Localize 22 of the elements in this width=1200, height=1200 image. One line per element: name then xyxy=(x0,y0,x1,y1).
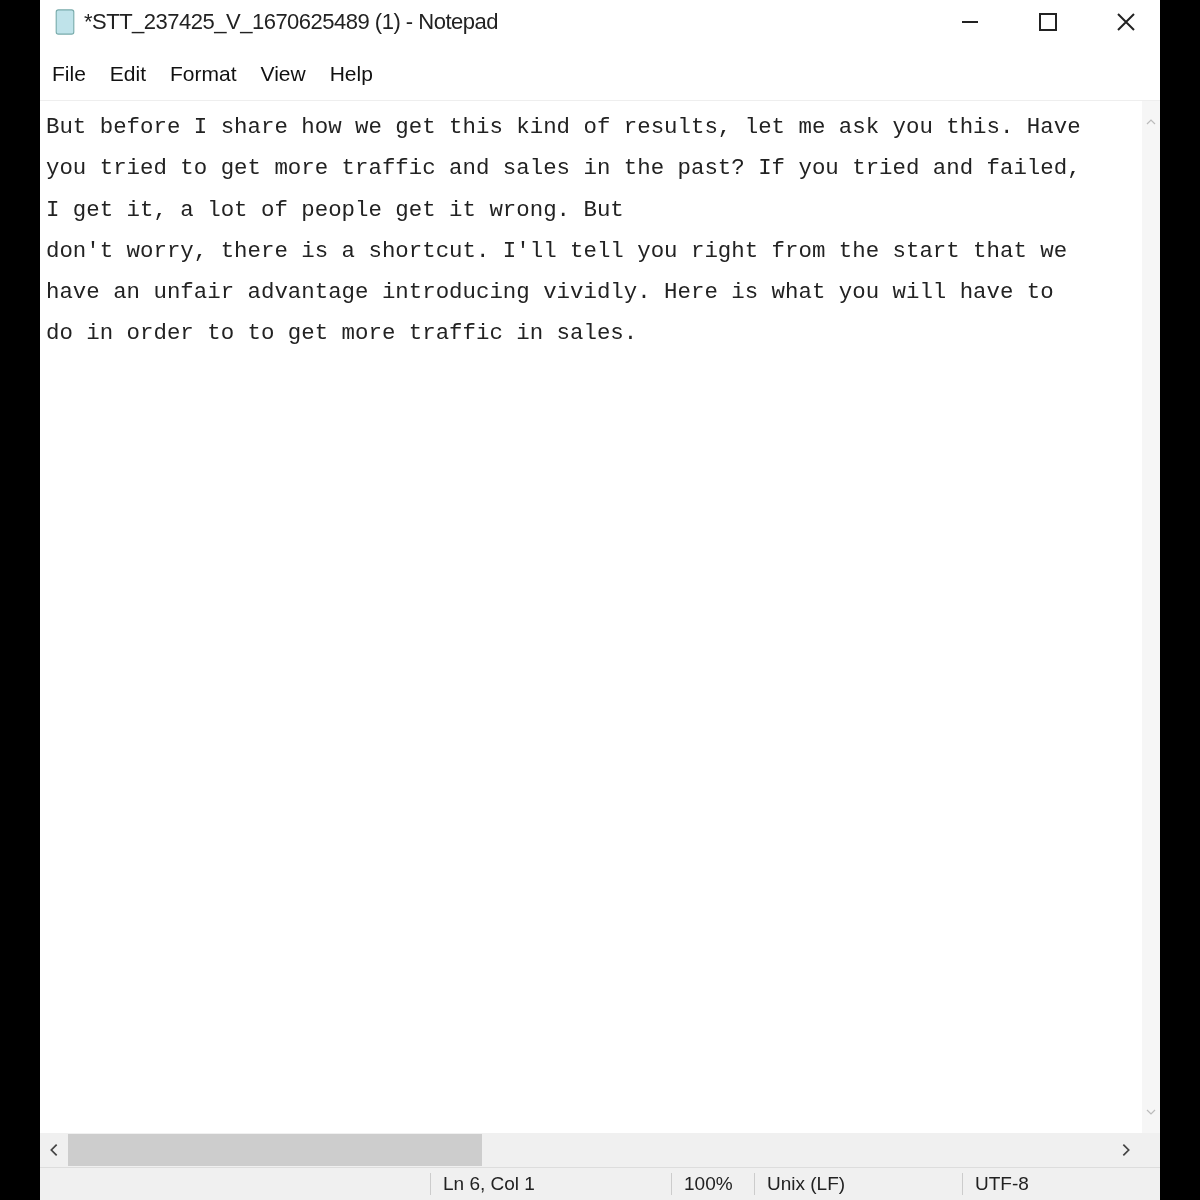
horizontal-scrollbar[interactable] xyxy=(40,1133,1160,1167)
menu-item[interactable]: File xyxy=(52,62,86,86)
menu-item[interactable]: Format xyxy=(170,62,237,86)
text-line: do in order to to get more traffic in sales. xyxy=(46,319,639,349)
vertical-scrollbar[interactable] xyxy=(1142,101,1160,1133)
status-field: Ln 6, Col 1 xyxy=(430,1173,671,1195)
menu-item[interactable]: View xyxy=(260,62,306,86)
window-title: *STT_237425_V_1670625489 (1) - Notepad xyxy=(84,9,498,35)
scrollbar-thumb[interactable] xyxy=(68,1134,482,1166)
text-line: don't worry, there is a shortcut. I'll tell you right from the start that we xyxy=(46,236,1069,266)
text-line: But before I share how we get this kind of results, let me ask you this. Have xyxy=(46,113,1082,142)
status-field: 100% xyxy=(671,1173,754,1195)
maximize-icon[interactable] xyxy=(1038,12,1058,32)
text-line: you tried to get more traffic and sales in the past? If you tried and failed, xyxy=(46,154,1082,184)
text-line: have an unfair advantage introducing vividly. Here is what you will have to xyxy=(46,278,1055,308)
status-field: Unix (LF) xyxy=(754,1173,962,1195)
close-icon[interactable] xyxy=(1116,12,1136,32)
notepad-icon xyxy=(54,8,76,36)
menu-item[interactable]: Help xyxy=(329,62,373,86)
status-field: UTF-8 xyxy=(962,1173,1095,1195)
text-line: I get it, a lot of people get it wrong. But xyxy=(46,195,625,225)
menu-item[interactable]: Edit xyxy=(109,62,147,86)
